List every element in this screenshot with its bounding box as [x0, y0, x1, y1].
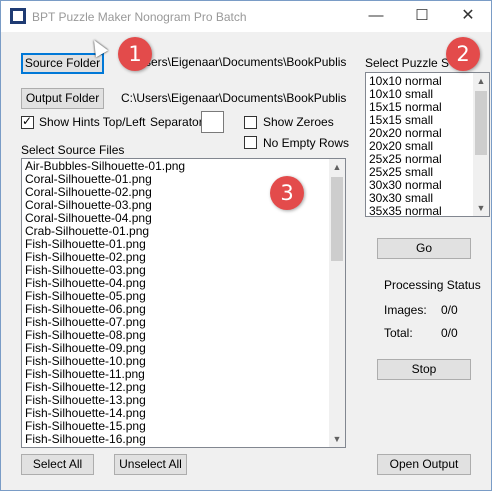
source-folder-path: C:\Users\Eigenaar\Documents\BookPublishe… [121, 55, 347, 69]
select-all-button[interactable]: Select All [21, 454, 94, 475]
source-folder-button[interactable]: Source Folder [21, 53, 104, 74]
source-files-label: Select Source Files [21, 143, 125, 157]
total-value: 0/0 [441, 326, 458, 340]
title-bar[interactable]: BPT Puzzle Maker Nonogram Pro Batch — ☐ … [1, 1, 491, 32]
no-empty-rows-label: No Empty Rows [263, 136, 350, 150]
open-output-button[interactable]: Open Output [377, 454, 471, 475]
close-icon[interactable]: ✕ [445, 5, 491, 29]
output-folder-path: C:\Users\Eigenaar\Documents\BookPublishe… [121, 91, 347, 105]
separator-input[interactable] [201, 111, 224, 133]
scroll-thumb[interactable] [331, 177, 343, 261]
show-zeroes-checkbox[interactable] [244, 116, 257, 129]
scroll-down-icon[interactable]: ▼ [329, 431, 345, 447]
window-title: BPT Puzzle Maker Nonogram Pro Batch [32, 10, 247, 24]
scroll-up-icon[interactable]: ▲ [473, 73, 489, 89]
show-hints-label: Show Hints Top/Left [39, 115, 146, 129]
show-zeroes-label: Show Zeroes [263, 115, 334, 129]
puzzle-size-list[interactable]: 10x10 normal 10x10 small 15x15 normal 15… [365, 72, 490, 217]
source-files-scrollbar[interactable]: ▲ ▼ [329, 159, 345, 447]
no-empty-rows-checkbox[interactable] [244, 136, 257, 149]
list-item[interactable]: 35x35 normal [366, 205, 489, 217]
annotation-badge-3: 3 [270, 176, 304, 210]
output-folder-button[interactable]: Output Folder [21, 88, 104, 109]
images-label: Images: [384, 303, 427, 317]
total-label: Total: [384, 326, 413, 340]
separator-label: Separator [150, 115, 203, 129]
images-value: 0/0 [441, 303, 458, 317]
maximize-icon[interactable]: ☐ [399, 5, 445, 29]
app-logo-icon [10, 8, 26, 24]
puzzle-size-label: Select Puzzle Size [365, 56, 449, 70]
show-hints-checkbox[interactable] [21, 114, 34, 129]
minimize-icon[interactable]: — [353, 5, 399, 29]
app-window: BPT Puzzle Maker Nonogram Pro Batch — ☐ … [0, 0, 492, 491]
unselect-all-button[interactable]: Unselect All [114, 454, 187, 475]
stop-button[interactable]: Stop [377, 359, 471, 380]
annotation-badge-2: 2 [446, 37, 480, 71]
list-item[interactable]: Fish-Silhouette-16.png [22, 433, 345, 446]
scroll-up-icon[interactable]: ▲ [329, 159, 345, 175]
puzzle-size-scrollbar[interactable]: ▲ ▼ [473, 73, 489, 216]
scroll-thumb[interactable] [475, 91, 487, 155]
annotation-badge-1: 1 [118, 37, 152, 71]
scroll-down-icon[interactable]: ▼ [473, 200, 489, 216]
go-button[interactable]: Go [377, 238, 471, 259]
processing-status-label: Processing Status [384, 278, 481, 292]
